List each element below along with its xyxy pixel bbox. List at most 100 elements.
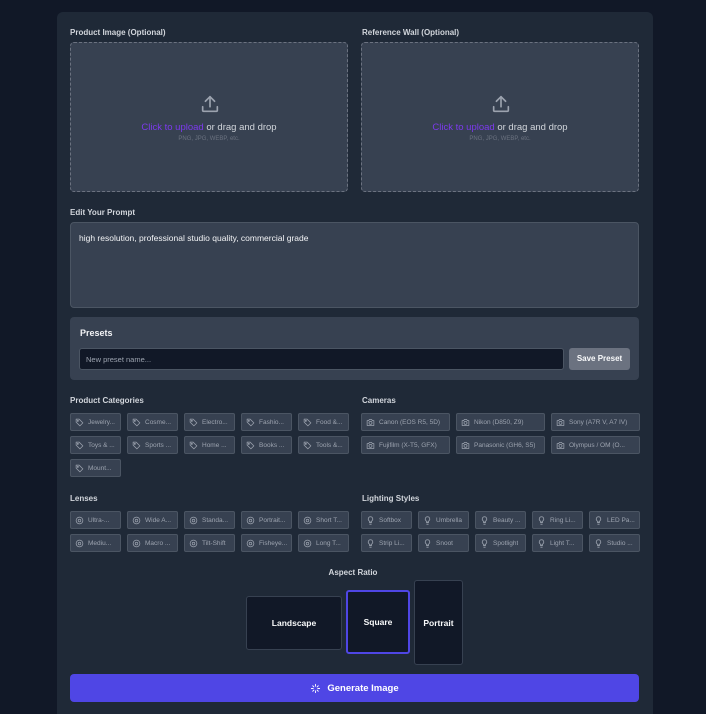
- lens-chip[interactable]: Fisheye...: [241, 534, 292, 552]
- lighting-chip[interactable]: Strip Li...: [361, 534, 412, 552]
- lighting-chip-label: Spotlight: [493, 539, 519, 547]
- product-image-dropzone[interactable]: Click to upload or drag and drop PNG, JP…: [70, 42, 348, 192]
- tag-icon: [246, 418, 255, 426]
- presets-section: Presets New preset name... Save Preset: [70, 317, 639, 380]
- file-types-hint: PNG, JPG, WEBP, etc.: [469, 136, 531, 142]
- lighting-chip-label: LED Pa...: [607, 516, 635, 524]
- lens-icon: [303, 516, 312, 524]
- camera-icon: [556, 441, 565, 449]
- tag-icon: [246, 441, 255, 449]
- tag-icon: [303, 418, 312, 426]
- lens-chip[interactable]: Portrait...: [241, 511, 292, 529]
- category-chip[interactable]: Books ...: [241, 436, 292, 454]
- file-types-hint: PNG, JPG, WEBP, etc.: [178, 136, 240, 142]
- presets-title: Presets: [80, 328, 113, 338]
- lens-chip[interactable]: Macro ...: [127, 534, 178, 552]
- lens-chip-label: Ultra-...: [88, 516, 110, 524]
- category-chip[interactable]: Home ...: [184, 436, 235, 454]
- category-chip-label: Fashio...: [259, 418, 284, 426]
- category-chip-label: Sports ...: [145, 441, 172, 449]
- click-to-upload-link[interactable]: Click to upload: [141, 122, 203, 133]
- tag-icon: [75, 464, 84, 472]
- preset-name-input[interactable]: New preset name...: [79, 348, 564, 370]
- bulb-icon: [424, 515, 431, 525]
- lens-chip[interactable]: Standa...: [184, 511, 235, 529]
- camera-icon: [461, 418, 470, 426]
- category-chip[interactable]: Mount...: [70, 459, 121, 477]
- cameras-grid: Canon (EOS R5, 5D) Nikon (D850, Z9) Sony (…: [361, 413, 640, 454]
- lighting-chip[interactable]: Beauty ...: [475, 511, 526, 529]
- generate-image-button[interactable]: Generate Image: [70, 674, 639, 702]
- product-categories-grid: Jewelry... Cosme... Electro... Fashio... Foo…: [70, 413, 349, 477]
- lens-icon: [246, 516, 255, 524]
- aspect-ratio-title: Aspect Ratio: [328, 568, 378, 577]
- lens-chip[interactable]: Long T...: [298, 534, 349, 552]
- lighting-chip[interactable]: Light T...: [532, 534, 583, 552]
- category-chip[interactable]: Tools &...: [298, 436, 349, 454]
- bulb-icon: [595, 515, 602, 525]
- camera-chip[interactable]: Panasonic (GH6, S5): [456, 436, 545, 454]
- lighting-chip-label: Studio ...: [607, 539, 633, 547]
- camera-chip[interactable]: Nikon (D850, Z9): [456, 413, 545, 431]
- lens-chip-label: Short T...: [316, 516, 342, 524]
- category-chip-label: Home ...: [202, 441, 227, 449]
- camera-chip[interactable]: Fujifilm (X-T5, GFX): [361, 436, 450, 454]
- save-preset-button[interactable]: Save Preset: [569, 348, 630, 370]
- tag-icon: [189, 441, 198, 449]
- lighting-chip[interactable]: Snoot: [418, 534, 469, 552]
- lighting-chip-label: Softbox: [379, 516, 402, 524]
- tag-icon: [75, 418, 84, 426]
- camera-chip[interactable]: Olympus / OM (O...: [551, 436, 640, 454]
- upload-icon: [201, 95, 219, 113]
- camera-chip-label: Sony (A7R V, A7 IV): [569, 418, 628, 426]
- lens-icon: [189, 539, 198, 547]
- category-chip[interactable]: Cosme...: [127, 413, 178, 431]
- lens-icon: [189, 516, 198, 524]
- bulb-icon: [538, 515, 545, 525]
- lighting-chip[interactable]: Umbrella: [418, 511, 469, 529]
- lighting-chip[interactable]: Ring Li...: [532, 511, 583, 529]
- lighting-chip[interactable]: LED Pa...: [589, 511, 640, 529]
- prompt-textarea[interactable]: high resolution, professional studio qua…: [70, 222, 639, 308]
- lens-chip-label: Macro ...: [145, 539, 171, 547]
- lens-chip[interactable]: Mediu...: [70, 534, 121, 552]
- lighting-chip[interactable]: Spotlight: [475, 534, 526, 552]
- category-chip[interactable]: Electro...: [184, 413, 235, 431]
- tag-icon: [75, 441, 84, 449]
- camera-chip[interactable]: Sony (A7R V, A7 IV): [551, 413, 640, 431]
- lens-chip[interactable]: Short T...: [298, 511, 349, 529]
- bulb-icon: [481, 538, 488, 548]
- lens-chip[interactable]: Ultra-...: [70, 511, 121, 529]
- lens-chip[interactable]: Wide A...: [127, 511, 178, 529]
- category-chip[interactable]: Toys & ...: [70, 436, 121, 454]
- aspect-square-button[interactable]: Square: [346, 590, 410, 654]
- reference-wall-dropzone[interactable]: Click to upload or drag and drop PNG, JP…: [361, 42, 639, 192]
- tag-icon: [189, 418, 198, 426]
- category-chip[interactable]: Jewelry...: [70, 413, 121, 431]
- lighting-chip-label: Snoot: [436, 539, 453, 547]
- camera-chip[interactable]: Canon (EOS R5, 5D): [361, 413, 450, 431]
- category-chip[interactable]: Food &...: [298, 413, 349, 431]
- bulb-icon: [424, 538, 431, 548]
- lens-icon: [303, 539, 312, 547]
- camera-chip-label: Canon (EOS R5, 5D): [379, 418, 441, 426]
- lighting-chip[interactable]: Studio ...: [589, 534, 640, 552]
- lens-chip-label: Fisheye...: [259, 539, 288, 547]
- aspect-portrait-button[interactable]: Portrait: [414, 580, 463, 665]
- tag-icon: [132, 418, 141, 426]
- prompt-label: Edit Your Prompt: [70, 208, 136, 217]
- bulb-icon: [595, 538, 602, 548]
- lighting-styles-grid: Softbox Umbrella Beauty ... Ring Li... LED P…: [361, 511, 640, 552]
- cameras-title: Cameras: [362, 396, 396, 405]
- lighting-chip-label: Ring Li...: [550, 516, 576, 524]
- category-chip[interactable]: Sports ...: [127, 436, 178, 454]
- click-to-upload-link[interactable]: Click to upload: [432, 122, 494, 133]
- category-chip-label: Toys & ...: [88, 441, 115, 449]
- category-chip[interactable]: Fashio...: [241, 413, 292, 431]
- lens-icon: [132, 539, 141, 547]
- lighting-chip[interactable]: Softbox: [361, 511, 412, 529]
- aspect-landscape-button[interactable]: Landscape: [246, 596, 342, 650]
- lens-chip-label: Standa...: [202, 516, 229, 524]
- tag-icon: [303, 441, 312, 449]
- lens-chip[interactable]: Tilt-Shift: [184, 534, 235, 552]
